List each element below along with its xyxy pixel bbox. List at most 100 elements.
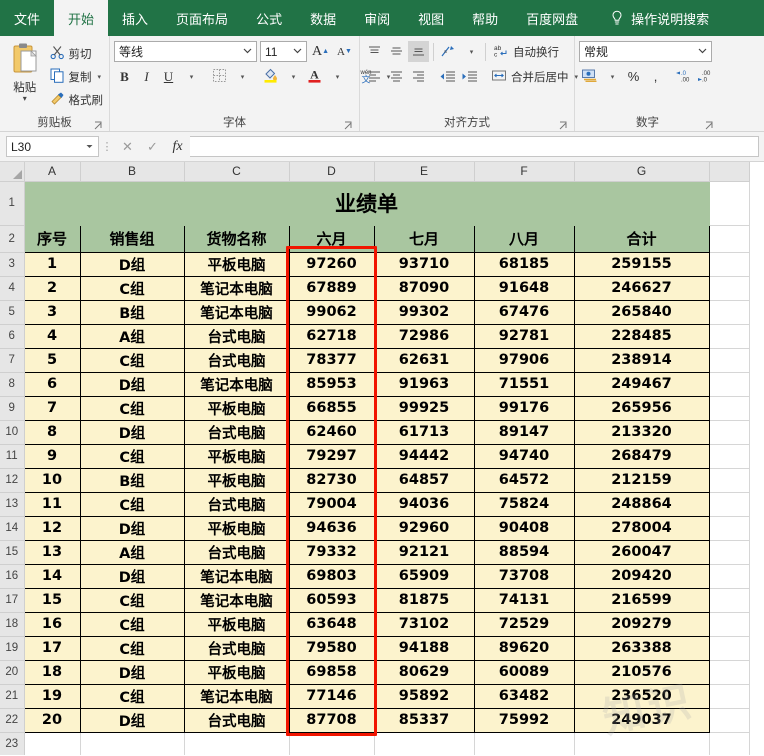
cell-C11[interactable]: 平板电脑 bbox=[183, 443, 290, 469]
cell-F20[interactable]: 60089 bbox=[473, 659, 575, 685]
cell-E23[interactable] bbox=[373, 731, 475, 755]
align-center-button[interactable] bbox=[386, 66, 407, 87]
cell-B5[interactable]: B组 bbox=[79, 299, 185, 325]
cell-H5[interactable] bbox=[708, 299, 750, 325]
cell-C8[interactable]: 笔记本电脑 bbox=[183, 371, 290, 397]
row-header-20[interactable]: 20 bbox=[0, 659, 25, 685]
cell-C15[interactable]: 台式电脑 bbox=[183, 539, 290, 565]
column-title-D[interactable]: 六月 bbox=[288, 224, 375, 253]
copy-button[interactable]: 复制 ▾ bbox=[48, 66, 106, 87]
cell-C4[interactable]: 笔记本电脑 bbox=[183, 275, 290, 301]
row-header-5[interactable]: 5 bbox=[0, 299, 25, 325]
row-header-7[interactable]: 7 bbox=[0, 347, 25, 373]
number-dialog-launcher-icon[interactable] bbox=[705, 121, 714, 130]
copy-chevron-down-icon[interactable]: ▾ bbox=[98, 73, 102, 81]
cell-E15[interactable]: 92121 bbox=[373, 539, 475, 565]
bold-button[interactable]: B bbox=[114, 66, 135, 87]
cell-C7[interactable]: 台式电脑 bbox=[183, 347, 290, 373]
cell-E16[interactable]: 65909 bbox=[373, 563, 475, 589]
cell-C13[interactable]: 台式电脑 bbox=[183, 491, 290, 517]
cell-B6[interactable]: A组 bbox=[79, 323, 185, 349]
cell-D18[interactable]: 63648 bbox=[288, 611, 375, 637]
cell-E11[interactable]: 94442 bbox=[373, 443, 475, 469]
column-header-B[interactable]: B bbox=[79, 162, 185, 182]
cell-E8[interactable]: 91963 bbox=[373, 371, 475, 397]
percent-style-button[interactable]: % bbox=[623, 66, 644, 87]
cell-B19[interactable]: C组 bbox=[79, 635, 185, 661]
borders-chevron-down-icon[interactable]: ▾ bbox=[231, 66, 252, 87]
cell-D16[interactable]: 69803 bbox=[288, 563, 375, 589]
row-header-19[interactable]: 19 bbox=[0, 635, 25, 661]
alignment-dialog-launcher-icon[interactable] bbox=[559, 121, 568, 130]
column-title-B[interactable]: 销售组 bbox=[79, 224, 185, 253]
cell-A16[interactable]: 14 bbox=[23, 563, 81, 589]
column-header-D[interactable]: D bbox=[288, 162, 375, 182]
cell-C6[interactable]: 台式电脑 bbox=[183, 323, 290, 349]
ribbon-tab-insert[interactable]: 插入 bbox=[108, 0, 162, 36]
column-title-A[interactable]: 序号 bbox=[23, 224, 81, 253]
row-header-2[interactable]: 2 bbox=[0, 224, 25, 253]
cell-C14[interactable]: 平板电脑 bbox=[183, 515, 290, 541]
number-format-chevron-down-icon[interactable] bbox=[697, 45, 708, 59]
cell-F8[interactable]: 71551 bbox=[473, 371, 575, 397]
font-name-combo[interactable]: 等线 bbox=[114, 41, 257, 62]
column-title-F[interactable]: 八月 bbox=[473, 224, 575, 253]
cell-B22[interactable]: D组 bbox=[79, 707, 185, 733]
cell-D11[interactable]: 79297 bbox=[288, 443, 375, 469]
cell-G4[interactable]: 246627 bbox=[573, 275, 710, 301]
cell-H14[interactable] bbox=[708, 515, 750, 541]
cell-F9[interactable]: 99176 bbox=[473, 395, 575, 421]
cell-C5[interactable]: 笔记本电脑 bbox=[183, 299, 290, 325]
cell-C10[interactable]: 台式电脑 bbox=[183, 419, 290, 445]
row-header-14[interactable]: 14 bbox=[0, 515, 25, 541]
column-title-C[interactable]: 货物名称 bbox=[183, 224, 290, 253]
cell-H9[interactable] bbox=[708, 395, 750, 421]
cell-G6[interactable]: 228485 bbox=[573, 323, 710, 349]
row-header-8[interactable]: 8 bbox=[0, 371, 25, 397]
cell-B18[interactable]: C组 bbox=[79, 611, 185, 637]
underline-button[interactable]: U bbox=[158, 66, 179, 87]
number-format-combo[interactable]: 常规 bbox=[579, 41, 712, 62]
cell-C23[interactable] bbox=[183, 731, 290, 755]
column-title-E[interactable]: 七月 bbox=[373, 224, 475, 253]
spreadsheet-grid[interactable]: A B C D E F G 1 业绩单 2 序号 销售组 货物名称 六月 七月 八月 合计 3 1 D组… bbox=[0, 162, 764, 755]
column-header-C[interactable]: C bbox=[183, 162, 290, 182]
cell-G18[interactable]: 209279 bbox=[573, 611, 710, 637]
cell-D5[interactable]: 99062 bbox=[288, 299, 375, 325]
font-name-chevron-down-icon[interactable] bbox=[242, 45, 253, 59]
row-header-13[interactable]: 13 bbox=[0, 491, 25, 517]
cell-B11[interactable]: C组 bbox=[79, 443, 185, 469]
formula-input[interactable] bbox=[190, 136, 759, 157]
ribbon-tab-data[interactable]: 数据 bbox=[296, 0, 350, 36]
cell-F11[interactable]: 94740 bbox=[473, 443, 575, 469]
cell-B14[interactable]: D组 bbox=[79, 515, 185, 541]
cell-E19[interactable]: 94188 bbox=[373, 635, 475, 661]
row-header-1[interactable]: 1 bbox=[0, 180, 25, 226]
formula-bar-grip[interactable]: ⋮ bbox=[99, 140, 115, 153]
fill-color-chevron-down-icon[interactable]: ▾ bbox=[282, 66, 303, 87]
cell-G10[interactable]: 213320 bbox=[573, 419, 710, 445]
cell-F14[interactable]: 90408 bbox=[473, 515, 575, 541]
cell-E12[interactable]: 64857 bbox=[373, 467, 475, 493]
cell-H22[interactable] bbox=[708, 707, 750, 733]
cell-E18[interactable]: 73102 bbox=[373, 611, 475, 637]
cell-F16[interactable]: 73708 bbox=[473, 563, 575, 589]
column-header-H-partial[interactable] bbox=[708, 162, 750, 182]
cell-B13[interactable]: C组 bbox=[79, 491, 185, 517]
cell-G15[interactable]: 260047 bbox=[573, 539, 710, 565]
row-header-17[interactable]: 17 bbox=[0, 587, 25, 613]
cell-F17[interactable]: 74131 bbox=[473, 587, 575, 613]
cell-F15[interactable]: 88594 bbox=[473, 539, 575, 565]
cell-H8[interactable] bbox=[708, 371, 750, 397]
cell-A4[interactable]: 2 bbox=[23, 275, 81, 301]
cell-B16[interactable]: D组 bbox=[79, 563, 185, 589]
cell-A22[interactable]: 20 bbox=[23, 707, 81, 733]
orientation-chevron-down-icon[interactable]: ▾ bbox=[460, 41, 481, 62]
cell-G11[interactable]: 268479 bbox=[573, 443, 710, 469]
font-dialog-launcher-icon[interactable] bbox=[344, 121, 353, 130]
font-size-combo[interactable]: 11 bbox=[259, 41, 307, 62]
select-all-corner[interactable] bbox=[0, 162, 25, 182]
cell-C22[interactable]: 台式电脑 bbox=[183, 707, 290, 733]
cell-H20[interactable] bbox=[708, 659, 750, 685]
cell-A19[interactable]: 17 bbox=[23, 635, 81, 661]
